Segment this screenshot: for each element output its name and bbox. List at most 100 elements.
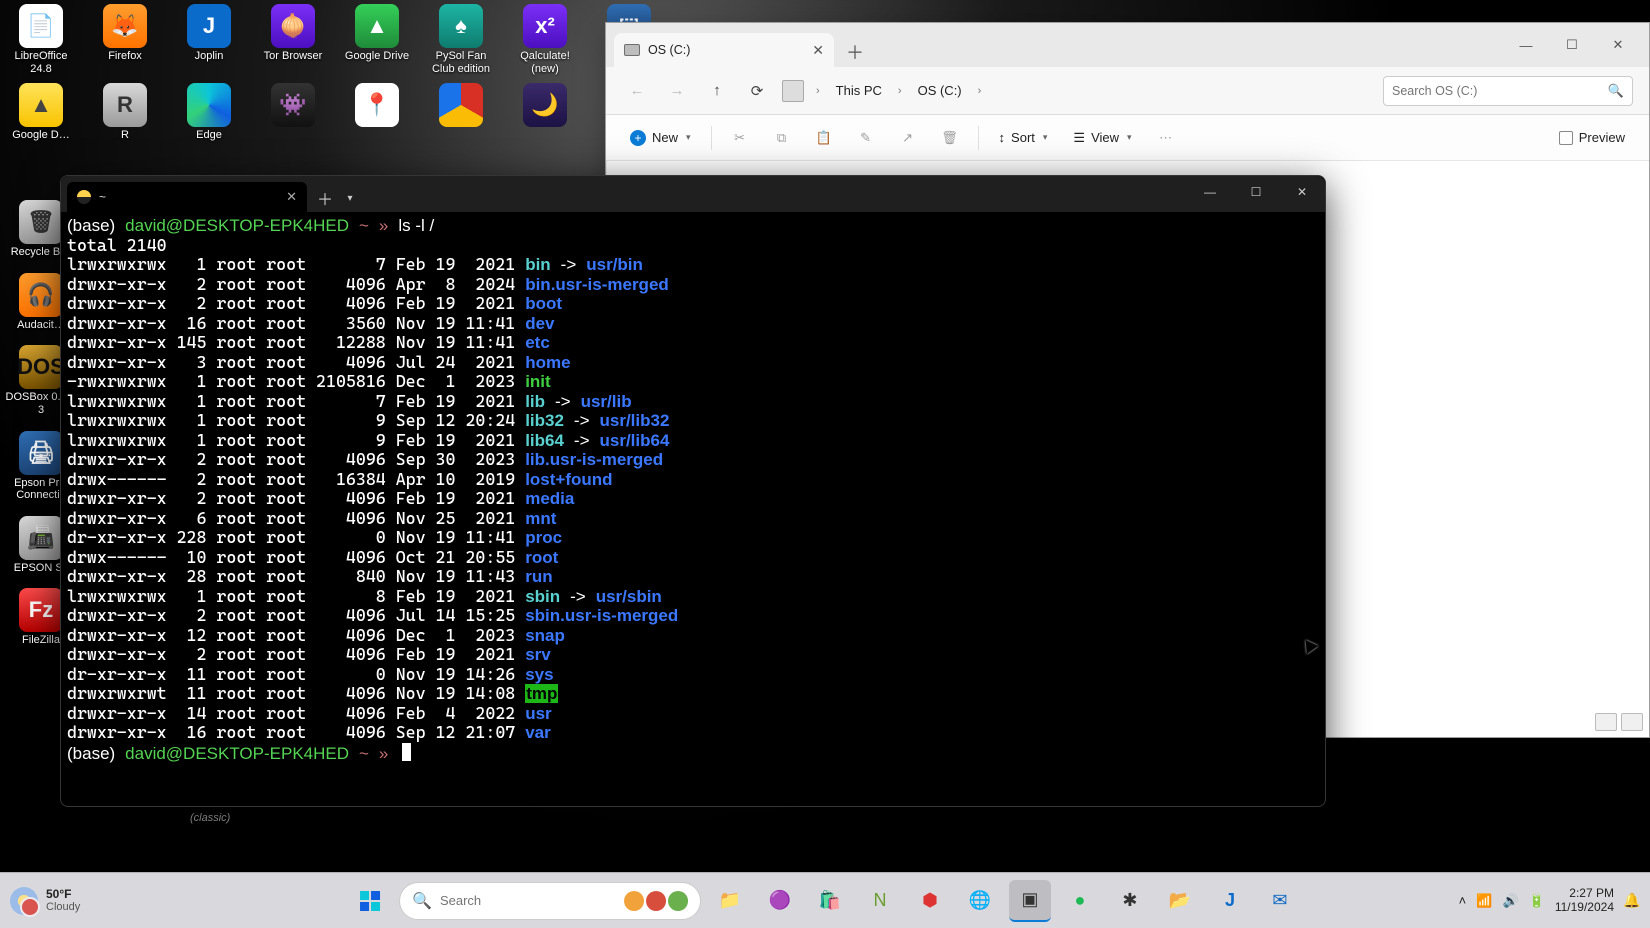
spotify-taskbar[interactable]: ●: [1059, 880, 1101, 922]
outlook-taskbar[interactable]: ✉: [1259, 880, 1301, 922]
close-button[interactable]: ✕: [1279, 176, 1325, 208]
desktop-icon[interactable]: 🧅Tor Browser: [256, 4, 330, 75]
search-highlights: [624, 891, 688, 911]
icon-label: R: [121, 129, 129, 142]
explorer-search-input[interactable]: [1392, 84, 1602, 98]
desktop-icon[interactable]: RR: [88, 83, 162, 142]
refresh-button[interactable]: ⟳: [742, 76, 772, 106]
start-button[interactable]: [349, 880, 391, 922]
icon-label: Tor Browser: [264, 50, 323, 63]
icon-label: Edge: [196, 129, 222, 142]
close-tab-button[interactable]: ✕: [286, 189, 297, 205]
icon-label: Joplin: [195, 50, 224, 63]
joplin-taskbar[interactable]: J: [1209, 880, 1251, 922]
breadcrumb-drive[interactable]: OS (C:): [914, 79, 966, 102]
volume-icon[interactable]: 🔊: [1502, 893, 1518, 909]
explorer-window-controls: — ☐ ✕: [1503, 29, 1641, 61]
up-button[interactable]: ↑: [702, 76, 732, 106]
share-button[interactable]: ↗: [890, 122, 926, 154]
system-tray[interactable]: ˄ 📶 🔊 🔋: [1459, 893, 1545, 909]
desktop-icon[interactable]: ▲Google D…: [4, 83, 78, 142]
taskbar-clock[interactable]: 2:27 PM 11/19/2024: [1555, 887, 1614, 915]
explorer-taskbar-2[interactable]: 📂: [1159, 880, 1201, 922]
copy-button[interactable]: ⧉: [764, 122, 800, 154]
maximize-button[interactable]: ☐: [1549, 29, 1595, 61]
new-button[interactable]: +New▾: [620, 122, 701, 154]
battery-icon[interactable]: 🔋: [1529, 893, 1545, 909]
details-view-button[interactable]: [1595, 713, 1617, 731]
app-icon: 📠: [19, 516, 63, 560]
close-button[interactable]: ✕: [1595, 29, 1641, 61]
taskbar-search[interactable]: 🔍: [399, 882, 701, 920]
taskbar-search-input[interactable]: [440, 893, 616, 908]
paste-button[interactable]: 📋: [806, 122, 842, 154]
desktop-icon[interactable]: 🌙: [508, 83, 582, 142]
delete-button[interactable]: 🗑: [932, 122, 968, 154]
new-tab-button[interactable]: ＋: [311, 184, 339, 212]
minimize-button[interactable]: —: [1503, 29, 1549, 61]
app-icon: 📄: [19, 4, 63, 48]
chevron-right-icon[interactable]: ›: [976, 85, 984, 97]
app-icon: 🦊: [103, 4, 147, 48]
slack-taskbar[interactable]: ✱: [1109, 880, 1151, 922]
search-icon: 🔍: [1608, 83, 1624, 99]
back-button[interactable]: ←: [622, 76, 652, 106]
wifi-icon[interactable]: 📶: [1476, 893, 1492, 909]
close-tab-button[interactable]: ✕: [812, 42, 824, 59]
minimize-button[interactable]: —: [1187, 176, 1233, 208]
tray-overflow-button[interactable]: ˄: [1459, 893, 1467, 908]
weather-icon: [10, 887, 38, 915]
desktop-icon[interactable]: x²Qalculate! (new): [508, 4, 582, 75]
desktop-icon[interactable]: 📍: [340, 83, 414, 142]
notepadpp-taskbar[interactable]: N: [859, 880, 901, 922]
more-button[interactable]: ⋯: [1148, 122, 1184, 154]
terminal-body[interactable]: (base) david@DESKTOP-EPK4HED ~ » ls -l /…: [61, 212, 1325, 806]
chevron-right-icon[interactable]: ›: [814, 85, 822, 97]
desktop-icon[interactable]: 📄LibreOffice 24.8: [4, 4, 78, 75]
location-icon[interactable]: [782, 80, 804, 102]
desktop-icon[interactable]: Edge: [172, 83, 246, 142]
terminal-tab[interactable]: ~ ✕: [67, 182, 307, 212]
app-icon: 👾: [271, 83, 315, 127]
copilot-taskbar[interactable]: 🟣: [759, 880, 801, 922]
taskbar[interactable]: 50°F Cloudy 🔍 📁 🟣 🛍️ N ⬢ 🌐 ▣ ● ✱ 📂 J ✉ ˄: [0, 872, 1650, 928]
preview-toggle[interactable]: Preview: [1549, 122, 1635, 154]
desktop-icon[interactable]: 👾: [256, 83, 330, 142]
chrome-taskbar[interactable]: 🌐: [959, 880, 1001, 922]
tab-dropdown-button[interactable]: ▾: [339, 184, 361, 212]
breadcrumb-this-pc[interactable]: This PC: [832, 79, 886, 102]
explorer-search[interactable]: 🔍: [1383, 76, 1633, 106]
store-taskbar[interactable]: 🛍️: [809, 880, 851, 922]
terminal-taskbar[interactable]: ▣: [1009, 880, 1051, 922]
clock-date: 11/19/2024: [1555, 901, 1614, 915]
app-icon: ▲: [19, 83, 63, 127]
terminal-window-controls: — ☐ ✕: [1187, 176, 1325, 208]
file-explorer-taskbar[interactable]: 📁: [709, 880, 751, 922]
desktop-icon[interactable]: 🦊Firefox: [88, 4, 162, 75]
weather-widget[interactable]: 50°F Cloudy: [10, 887, 80, 915]
terminal-window[interactable]: ~ ✕ ＋ ▾ — ☐ ✕ (base) david@DESKTOP-EPK4H…: [60, 175, 1326, 807]
desktop-icon[interactable]: ▲Google Drive: [340, 4, 414, 75]
new-tab-button[interactable]: ＋: [840, 37, 870, 67]
maximize-button[interactable]: ☐: [1233, 176, 1279, 208]
app-icon: 🎧: [19, 273, 63, 317]
desktop-icon[interactable]: ♠PySol Fan Club edition: [424, 4, 498, 75]
tiles-view-button[interactable]: [1621, 713, 1643, 731]
chevron-down-icon: ▾: [686, 132, 691, 143]
separator: [978, 126, 979, 150]
sort-button[interactable]: ↕ Sort▾: [989, 122, 1058, 154]
explorer-tab[interactable]: OS (C:) ✕: [614, 33, 834, 67]
rename-button[interactable]: ✎: [848, 122, 884, 154]
desktop-icon[interactable]: JJoplin: [172, 4, 246, 75]
forward-button[interactable]: →: [662, 76, 692, 106]
icon-label: Qalculate! (new): [508, 50, 582, 75]
app-icon: ♠: [439, 4, 483, 48]
desktop-icons: 📄LibreOffice 24.8🦊FirefoxJJoplin🧅Tor Bro…: [4, 4, 666, 142]
chevron-right-icon[interactable]: ›: [896, 85, 904, 97]
terminal-tab-title: ~: [99, 190, 106, 204]
cut-button[interactable]: ✂: [722, 122, 758, 154]
desktop-icon[interactable]: [424, 83, 498, 142]
notifications-button[interactable]: 🔔: [1624, 891, 1640, 911]
view-button[interactable]: ☰ View▾: [1063, 122, 1141, 154]
app-taskbar[interactable]: ⬢: [909, 880, 951, 922]
